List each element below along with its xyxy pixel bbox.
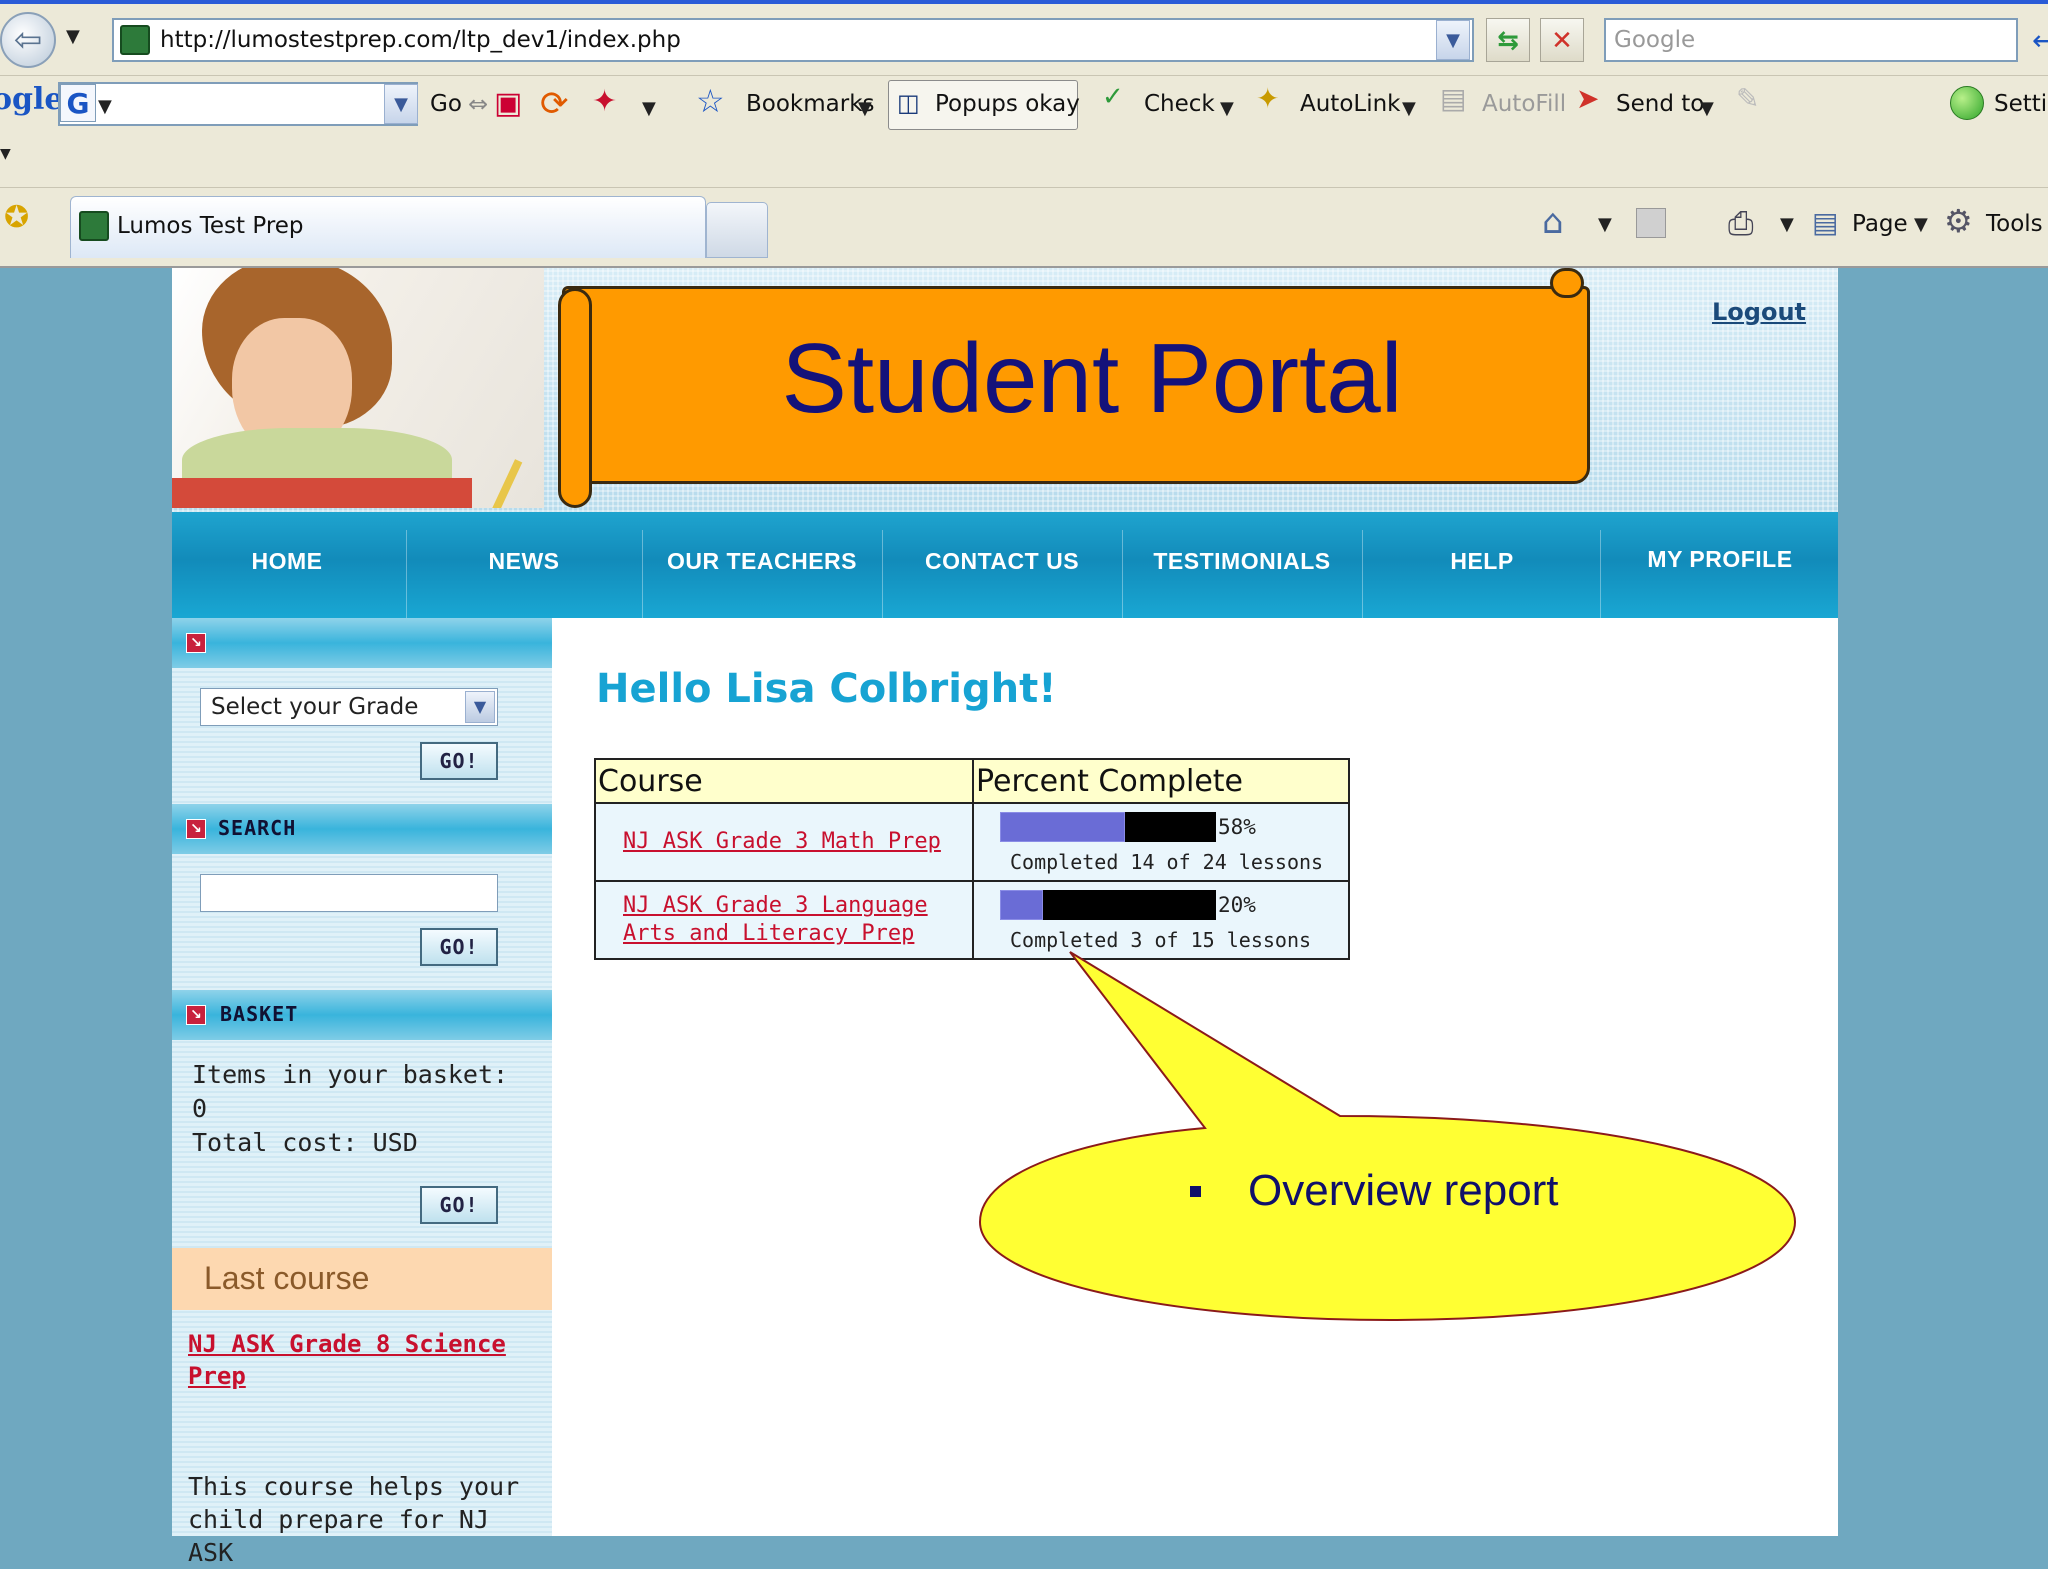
callout-text: Overview report: [1248, 1166, 1559, 1215]
callout-bubble: [978, 951, 1797, 1322]
callout-shape: [978, 951, 1797, 1322]
bullet-icon: [1190, 1186, 1201, 1197]
